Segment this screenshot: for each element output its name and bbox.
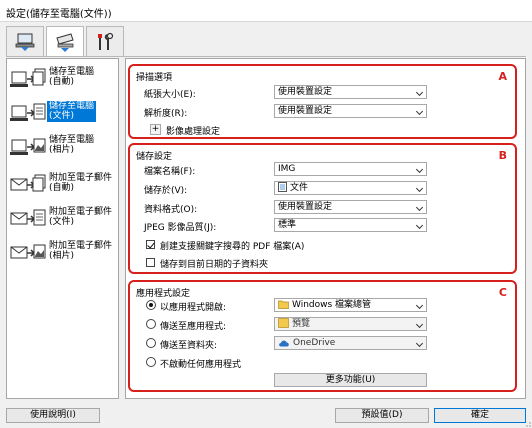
chevron-down-icon <box>415 301 424 310</box>
folder-icon <box>278 300 289 309</box>
sidebar-item-label: 儲存至電腦 (自動) <box>49 67 95 87</box>
tab-scan-from-computer[interactable] <box>6 26 44 56</box>
tab-scan-from-panel[interactable] <box>46 26 84 57</box>
send-to-folder-dropdown[interactable]: OneDrive <box>274 336 427 350</box>
sidebar-item-save-computer-auto[interactable]: 儲存至電腦 (自動) <box>7 63 118 99</box>
chevron-down-icon <box>415 320 424 329</box>
section-title: 應用程式設定 <box>136 289 191 299</box>
document-folder-icon <box>278 182 287 192</box>
save-in-label: 儲存於(V): <box>144 186 188 196</box>
send-to-app-value: 預覽 <box>292 319 311 329</box>
computer-scan-icon <box>15 33 35 51</box>
save-to-computer-document-icon <box>10 103 46 121</box>
window-title: 設定(儲存至電腦(文件)) <box>0 0 532 22</box>
send-to-app-dropdown[interactable]: 預覽 <box>274 317 427 331</box>
section-title: 掃描選項 <box>136 73 173 83</box>
callout-letter-a: A <box>498 70 507 83</box>
expand-button[interactable]: + <box>150 124 161 135</box>
sidebar-item-email-photo[interactable]: 附加至電子郵件 (相片) <box>7 237 118 273</box>
save-to-computer-auto-icon <box>10 68 46 87</box>
file-name-combo[interactable]: IMG <box>274 162 427 176</box>
chevron-down-icon <box>415 203 424 212</box>
send-to-folder-radio[interactable] <box>146 338 156 348</box>
chevron-down-icon <box>415 184 424 193</box>
callout-letter-b: B <box>498 149 507 162</box>
cloud-icon <box>279 340 289 347</box>
no-app-label[interactable]: 不啟動任何應用程式 <box>160 357 241 370</box>
ok-button[interactable]: 確定 <box>434 408 526 423</box>
resize-grip-icon[interactable] <box>523 419 531 427</box>
chevron-down-icon <box>415 107 424 116</box>
sidebar-item-label: 儲存至電腦 (相片) <box>49 135 95 155</box>
paper-size-value: 使用裝置設定 <box>278 87 333 97</box>
sidebar-item-label: 附加至電子郵件 (文件) <box>49 207 113 227</box>
resolution-dropdown[interactable]: 使用裝置設定 <box>274 104 427 118</box>
sidebar-item-label: 附加至電子郵件 (相片) <box>49 241 113 261</box>
save-to-computer-photo-icon <box>10 138 46 155</box>
send-to-folder-label[interactable]: 傳送至資料夾: <box>160 338 217 351</box>
sidebar-item-label: 附加至電子郵件 (自動) <box>49 173 113 193</box>
tab-general-settings[interactable] <box>86 26 124 56</box>
open-with-app-dropdown[interactable]: Windows 檔案總管 <box>274 298 427 312</box>
chevron-down-icon <box>415 88 424 97</box>
defaults-button[interactable]: 預設值(D) <box>335 408 429 423</box>
date-subfolder-label[interactable]: 儲存到目前日期的子資料夾 <box>160 257 268 270</box>
searchable-pdf-checkbox[interactable] <box>146 240 155 249</box>
save-settings-section: 儲存設定 B 檔案名稱(F): IMG 儲存於(V): 文件 資料格式(O): … <box>128 143 517 274</box>
jpeg-quality-value: 標準 <box>278 220 297 230</box>
tab-divider <box>6 56 526 57</box>
save-in-value: 文件 <box>290 183 309 193</box>
sidebar-item-save-computer-document[interactable]: 儲存至電腦 (文件) <box>7 97 118 133</box>
open-with-app-label[interactable]: 以應用程式開啟: <box>160 300 226 313</box>
no-app-radio[interactable] <box>146 357 156 367</box>
chevron-down-icon <box>415 165 424 174</box>
more-functions-button[interactable]: 更多功能(U) <box>274 373 427 387</box>
save-in-dropdown[interactable]: 文件 <box>274 181 427 195</box>
scan-options-section: 掃描選項 A 紙張大小(E): 使用裝置設定 解析度(R): 使用裝置設定 + … <box>128 64 517 139</box>
file-name-value: IMG <box>278 164 296 174</box>
jpeg-quality-dropdown[interactable]: 標準 <box>274 218 427 232</box>
paper-size-dropdown[interactable]: 使用裝置設定 <box>274 85 427 99</box>
sidebar-item-email-auto[interactable]: 附加至電子郵件 (自動) <box>7 169 118 205</box>
file-name-label: 檔案名稱(F): <box>144 167 196 177</box>
jpeg-quality-label: JPEG 影像品質(J): <box>144 223 217 233</box>
resolution-value: 使用裝置設定 <box>278 106 333 116</box>
application-settings-section: 應用程式設定 C 以應用程式開啟: Windows 檔案總管 傳送至應用程式: … <box>128 280 517 392</box>
resolution-label: 解析度(R): <box>144 109 188 119</box>
send-to-folder-value: OneDrive <box>293 338 336 348</box>
chevron-down-icon <box>415 221 424 230</box>
image-processing-label[interactable]: 影像處理設定 <box>166 124 220 137</box>
email-photo-icon <box>10 244 46 259</box>
paper-size-label: 紙張大小(E): <box>144 90 196 100</box>
section-title: 儲存設定 <box>136 152 173 162</box>
data-format-value: 使用裝置設定 <box>278 202 333 212</box>
help-button[interactable]: 使用說明(I) <box>6 408 100 423</box>
callout-letter-c: C <box>498 286 507 299</box>
searchable-pdf-label[interactable]: 創建支援關鍵字搜尋的 PDF 檔案(A) <box>160 239 304 252</box>
data-format-label: 資料格式(O): <box>144 205 198 215</box>
sidebar: 儲存至電腦 (自動) 儲存至電腦 (文件) 儲存至電腦 (相片) 附加至電子郵件… <box>6 58 119 399</box>
email-document-icon <box>10 209 46 226</box>
chevron-down-icon <box>415 339 424 348</box>
tools-icon <box>98 32 114 50</box>
scanner-panel-icon <box>56 33 74 52</box>
send-to-app-label[interactable]: 傳送至應用程式: <box>160 319 226 332</box>
sidebar-item-email-document[interactable]: 附加至電子郵件 (文件) <box>7 203 118 239</box>
settings-panel: 掃描選項 A 紙張大小(E): 使用裝置設定 解析度(R): 使用裝置設定 + … <box>125 58 526 399</box>
preview-app-icon <box>278 318 289 328</box>
email-auto-icon <box>10 174 46 192</box>
send-to-app-radio[interactable] <box>146 319 156 329</box>
sidebar-item-save-computer-photo[interactable]: 儲存至電腦 (相片) <box>7 131 118 167</box>
date-subfolder-checkbox[interactable] <box>146 258 155 267</box>
data-format-dropdown[interactable]: 使用裝置設定 <box>274 200 427 214</box>
sidebar-item-label: 儲存至電腦 (文件) <box>47 101 97 122</box>
open-with-app-radio[interactable] <box>146 300 156 310</box>
open-with-app-value: Windows 檔案總管 <box>292 300 372 310</box>
